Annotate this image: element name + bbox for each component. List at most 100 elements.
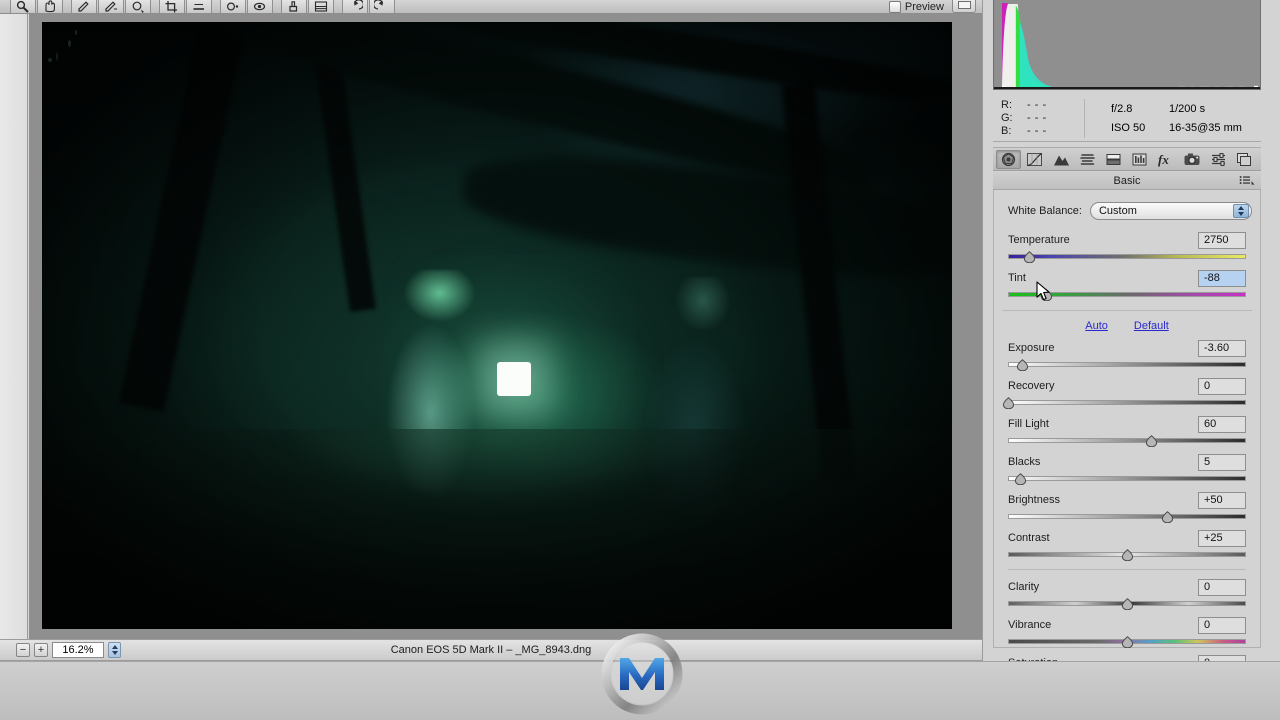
- tab-detail[interactable]: [1048, 150, 1073, 169]
- slider-thumb-brightness[interactable]: [1161, 511, 1174, 523]
- slider-label: Contrast: [1008, 532, 1050, 544]
- slider-value-contrast[interactable]: +25: [1198, 529, 1246, 547]
- slider-track-blacks[interactable]: [1008, 473, 1246, 485]
- checkbox-box[interactable]: [888, 1, 901, 13]
- histogram-graph: [994, 0, 1260, 89]
- tool-group-rotate: [342, 0, 395, 13]
- panel-flyout-menu-icon[interactable]: [1239, 175, 1255, 185]
- slider-value-exposure[interactable]: -3.60: [1198, 339, 1246, 357]
- raw-photo-preview[interactable]: [42, 22, 952, 629]
- slider-tint: Tint -88: [1008, 268, 1246, 301]
- iso-value: ISO 50: [1111, 121, 1146, 134]
- slider-value-fill-light[interactable]: 60: [1198, 415, 1246, 433]
- default-link[interactable]: Default: [1134, 320, 1169, 332]
- histogram[interactable]: [993, 0, 1261, 90]
- slider-track-temperature[interactable]: [1008, 251, 1246, 263]
- slider-track-vibrance[interactable]: [1008, 636, 1246, 648]
- white-balance-tool[interactable]: [71, 0, 97, 13]
- rgb-row: G: - - -: [1001, 112, 1084, 125]
- crop-tool[interactable]: [159, 0, 185, 13]
- slider-label: Brightness: [1008, 494, 1060, 506]
- tab-lens-corrections[interactable]: [1127, 150, 1152, 169]
- tab-split-toning[interactable]: [1101, 150, 1126, 169]
- slider-thumb-tint[interactable]: [1040, 289, 1053, 301]
- slider-label: Blacks: [1008, 456, 1041, 468]
- slider-thumb-contrast[interactable]: [1121, 549, 1134, 561]
- slider-exposure: Exposure -3.60: [1008, 338, 1246, 371]
- tab-camera-calibration[interactable]: [1179, 150, 1204, 169]
- slider-value-blacks[interactable]: 5: [1198, 453, 1246, 471]
- slider-track-fill-light[interactable]: [1008, 435, 1246, 447]
- slider-thumb-blacks[interactable]: [1014, 473, 1027, 485]
- slider-value-clarity[interactable]: 0: [1198, 578, 1246, 596]
- slider-value-brightness[interactable]: +50: [1198, 491, 1246, 509]
- slider-thumb-exposure[interactable]: [1016, 359, 1029, 371]
- panel-title-bar: Basic: [993, 172, 1261, 190]
- channel-value: - - -: [1027, 125, 1047, 137]
- rotate-left-tool[interactable]: [342, 0, 368, 13]
- preview-label: Preview: [904, 1, 944, 13]
- rgb-row: B: - - -: [1001, 125, 1084, 138]
- rgb-readout: R: - - - G: - - - B: - - -: [993, 99, 1085, 138]
- track-gradient: [1008, 362, 1246, 367]
- slider-value-recovery[interactable]: 0: [1198, 377, 1246, 395]
- panel-tab-strip: fx: [993, 147, 1261, 171]
- chevron-down-icon: [1238, 212, 1244, 216]
- white-balance-select[interactable]: Custom: [1089, 202, 1252, 220]
- targeted-adjustment-tool[interactable]: [125, 0, 151, 13]
- photo-vignette-layer: [42, 22, 952, 629]
- exif-row: f/2.8 1/200 s: [1111, 100, 1261, 119]
- slider-thumb-temperature[interactable]: [1023, 251, 1036, 263]
- rgb-row: R: - - -: [1001, 99, 1084, 112]
- exif-readout: f/2.8 1/200 s ISO 50 16-35@35 mm: [1085, 100, 1261, 138]
- tool-group-navigation: [10, 0, 63, 13]
- auto-link[interactable]: Auto: [1085, 320, 1108, 332]
- fullscreen-toggle-button[interactable]: [952, 0, 976, 13]
- image-canvas[interactable]: [29, 14, 982, 639]
- graduated-filter-tool[interactable]: [308, 0, 334, 13]
- straighten-tool[interactable]: [186, 0, 212, 13]
- slider-brightness: Brightness +50: [1008, 490, 1246, 523]
- tab-basic[interactable]: [996, 149, 1022, 169]
- tab-effects[interactable]: fx: [1153, 150, 1178, 169]
- tab-tone-curve[interactable]: [1022, 150, 1047, 169]
- slider-thumb-fill-light[interactable]: [1145, 435, 1158, 447]
- shutter-speed-value: 1/200 s: [1169, 102, 1206, 115]
- slider-track-tint[interactable]: [1008, 289, 1246, 301]
- slider-track-clarity[interactable]: [1008, 598, 1246, 610]
- tab-presets[interactable]: [1206, 150, 1231, 169]
- image-pane: [0, 14, 982, 639]
- slider-thumb-vibrance[interactable]: [1121, 636, 1134, 648]
- slider-temperature: Temperature 2750: [1008, 230, 1246, 263]
- slider-value-temperature[interactable]: 2750: [1198, 231, 1246, 249]
- tool-group-local: [281, 0, 334, 13]
- adjustment-brush-tool[interactable]: [281, 0, 307, 13]
- camera-raw-window: Preview − + 16.2% Canon EOS 5D Mark II –…: [0, 0, 1280, 720]
- rotate-right-tool[interactable]: [369, 0, 395, 13]
- white-balance-label: White Balance:: [1008, 205, 1082, 217]
- adjustments-panel: R: - - - G: - - - B: - - - f/2.8 1/200 s: [982, 0, 1280, 686]
- slider-value-vibrance[interactable]: 0: [1198, 616, 1246, 634]
- red-eye-removal-tool[interactable]: [247, 0, 273, 13]
- chevron-updown-icon[interactable]: [1233, 204, 1249, 218]
- slider-value-tint[interactable]: -88: [1198, 269, 1246, 287]
- channel-label: G:: [1001, 112, 1013, 124]
- slider-track-exposure[interactable]: [1008, 359, 1246, 371]
- slider-track-contrast[interactable]: [1008, 549, 1246, 561]
- preview-checkbox[interactable]: Preview: [888, 1, 944, 13]
- slider-thumb-clarity[interactable]: [1121, 598, 1134, 610]
- zoom-tool[interactable]: [10, 0, 36, 13]
- color-sampler-tool[interactable]: [98, 0, 124, 13]
- slider-thumb-recovery[interactable]: [1002, 397, 1015, 409]
- slider-track-recovery[interactable]: [1002, 397, 1246, 409]
- tool-group-retouch: [220, 0, 273, 13]
- focal-length-value: 16-35@35 mm: [1169, 121, 1242, 134]
- readout-bar: R: - - - G: - - - B: - - - f/2.8 1/200 s: [993, 96, 1261, 142]
- tab-hsl-grayscale[interactable]: [1075, 150, 1100, 169]
- track-gradient: [1008, 400, 1246, 405]
- hand-tool[interactable]: [37, 0, 63, 13]
- tab-snapshots[interactable]: [1232, 150, 1257, 169]
- slider-track-brightness[interactable]: [1008, 511, 1246, 523]
- spot-removal-tool[interactable]: [220, 0, 246, 13]
- fullscreen-icon: [957, 1, 971, 9]
